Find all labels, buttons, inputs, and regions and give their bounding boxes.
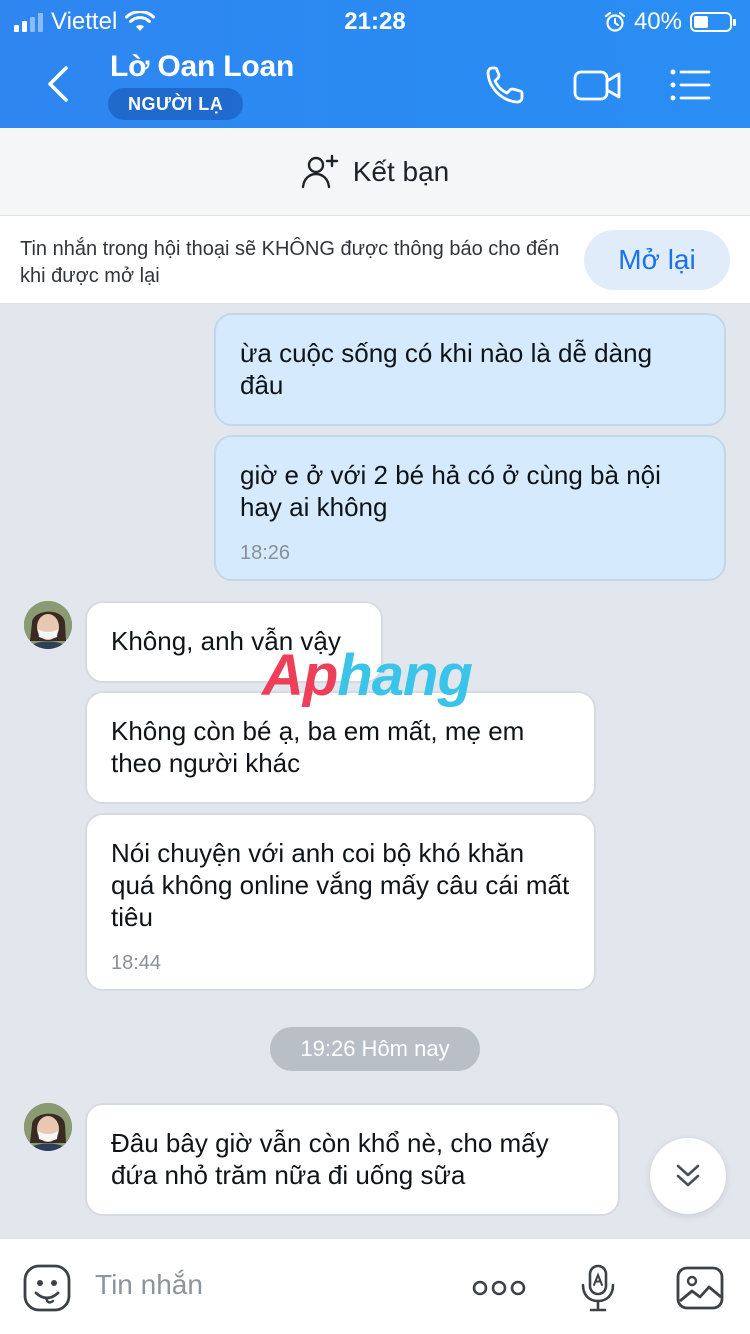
message-text: Nói chuyện với anh coi bộ khó khăn quá k… (111, 838, 570, 932)
message-bubble-incoming[interactable]: Nói chuyện với anh coi bộ khó khăn quá k… (85, 813, 596, 991)
stranger-badge: NGƯỜI LẠ (108, 88, 244, 120)
add-person-icon (301, 154, 338, 188)
battery-percent: 40% (633, 8, 682, 35)
avatar-photo (24, 601, 72, 649)
reopen-button[interactable]: Mở lại (584, 230, 730, 290)
alarm-icon (604, 11, 626, 32)
message-bubble-outgoing[interactable]: ừa cuộc sống có khi nào là dễ dàng đâu (214, 313, 726, 426)
battery-fill (694, 16, 708, 28)
double-chevron-down-icon (676, 1164, 700, 1187)
battery-icon (690, 12, 736, 32)
message-text: giờ e ở với 2 bé hả có ở cùng bà nội hay… (240, 460, 661, 522)
phone-call-icon[interactable] (482, 62, 528, 108)
contact-avatar[interactable] (24, 601, 72, 649)
emoji-sticker-icon[interactable] (22, 1263, 72, 1313)
menu-list-icon[interactable] (668, 62, 712, 108)
contact-avatar[interactable] (24, 1103, 72, 1151)
message-timestamp: 18:26 (240, 542, 291, 564)
message-input-bar: Tin nhắn (0, 1238, 750, 1334)
message-bubble-outgoing[interactable]: giờ e ở với 2 bé hả có ở cùng bà nội hay… (214, 435, 726, 581)
contact-name[interactable]: Lờ Oan Loan (110, 50, 294, 84)
back-chevron-icon[interactable] (40, 62, 76, 106)
message-input[interactable]: Tin nhắn (95, 1269, 203, 1301)
message-bubble-incoming[interactable]: Đâu bây giờ vẫn còn khổ nè, cho mấy đứa … (85, 1103, 620, 1216)
message-text: Đâu bây giờ vẫn còn khổ nè, cho mấy đứa … (111, 1128, 549, 1190)
muted-notice-text: Tin nhắn trong hội thoại sẽ KHÔNG được t… (20, 238, 560, 287)
add-friend-bar[interactable]: Kết bạn (0, 128, 750, 216)
more-options-icon[interactable] (472, 1263, 526, 1313)
date-separator: 19:26 Hôm nay (270, 1027, 480, 1071)
message-timestamp: 18:44 (111, 952, 162, 974)
video-call-icon[interactable] (572, 62, 624, 108)
chat-header: Viettel 21:28 40% Lờ Oan Loan NGƯỜI LẠ (0, 0, 750, 128)
voice-microphone-icon[interactable] (575, 1263, 625, 1313)
avatar-photo (24, 1103, 72, 1151)
muted-notice-bar: Tin nhắn trong hội thoại sẽ KHÔNG được t… (0, 216, 750, 304)
watermark-logo: Aphang (262, 643, 473, 708)
scroll-to-bottom-button[interactable] (650, 1138, 726, 1214)
message-text: Không còn bé ạ, ba em mất, mẹ em theo ng… (111, 716, 525, 778)
add-friend-label: Kết bạn (352, 155, 450, 187)
status-right: 40% (604, 8, 736, 36)
status-bar: Viettel 21:28 40% (0, 0, 750, 40)
image-gallery-icon[interactable] (675, 1263, 725, 1313)
message-text: ừa cuộc sống có khi nào là dễ dàng đâu (240, 338, 653, 400)
